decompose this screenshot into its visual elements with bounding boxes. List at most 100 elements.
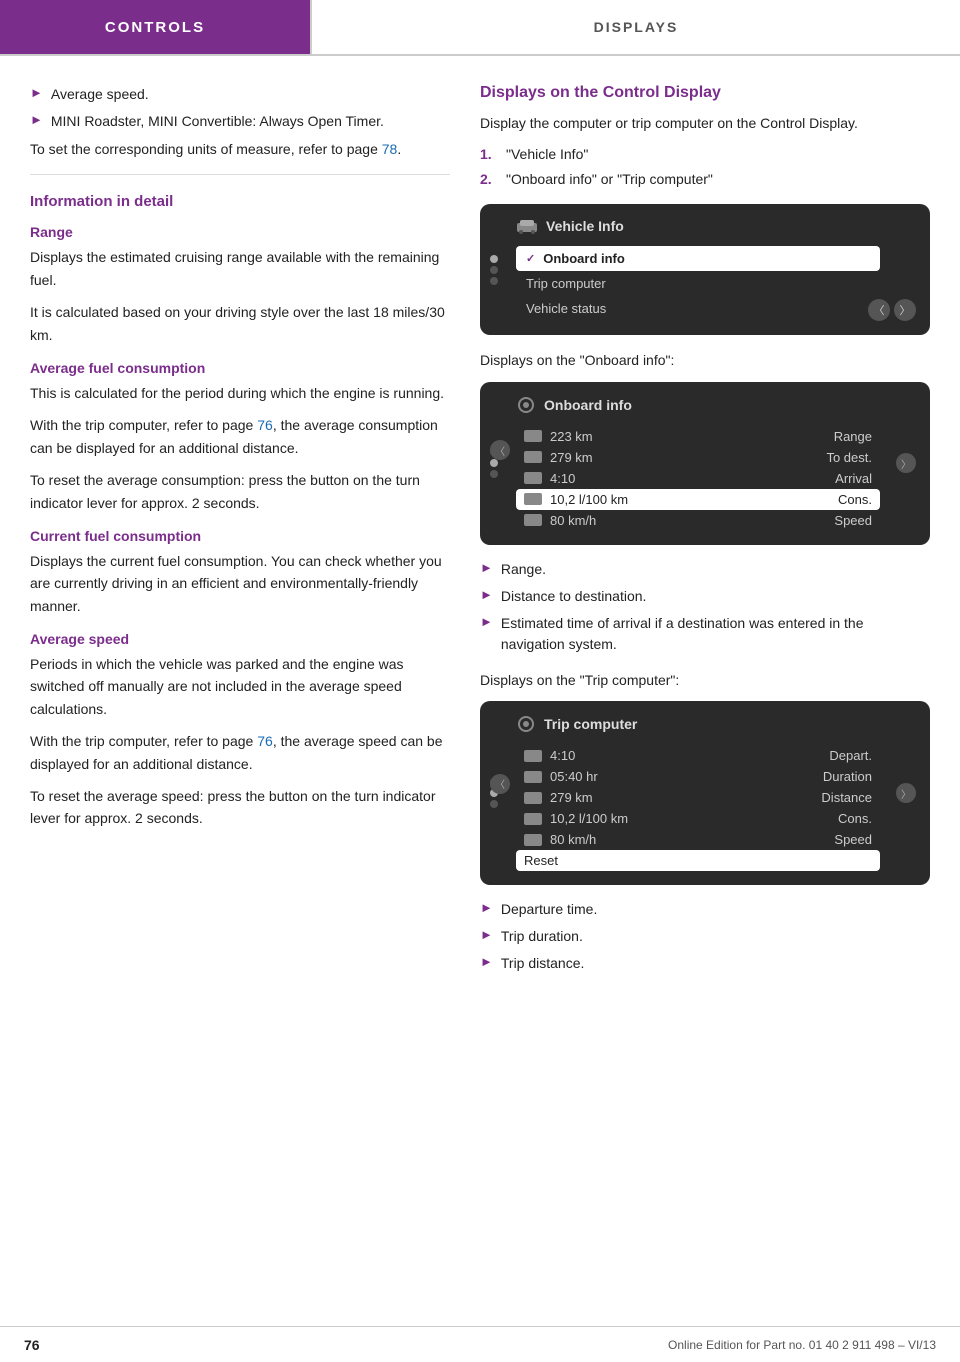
trip-bullet-3: ► Trip distance. — [480, 953, 930, 974]
speed-icon — [524, 514, 542, 526]
page-header: CONTROLS DISPLAYS — [0, 0, 960, 56]
avg-fuel-link[interactable]: 76 — [257, 417, 273, 433]
row-left: 80 km/h — [524, 513, 596, 528]
arrow-icon — [524, 451, 542, 463]
page-footer: 76 Online Edition for Part no. 01 40 2 9… — [0, 1326, 960, 1362]
range-title: Range — [30, 224, 450, 240]
nav-arrow-right: 〉 — [894, 299, 916, 321]
trip-row-reset: Reset — [516, 850, 880, 871]
trip-row-depart: 4:10 Depart. — [516, 745, 880, 766]
set-units-link[interactable]: 78 — [382, 141, 398, 157]
bullet-arrow-icon-2: ► — [30, 112, 43, 127]
trip-bullet-2-text: Trip duration. — [501, 926, 583, 947]
onboard-row-arrival: 4:10 Arrival — [516, 468, 880, 489]
distance-icon — [524, 792, 542, 804]
nav-arrow-left: 〈 — [868, 299, 890, 321]
onboard-row-range: 223 km Range — [516, 426, 880, 447]
speed-icon-3 — [524, 834, 542, 846]
screen3-title: Trip computer — [544, 716, 637, 732]
speed-label: Speed — [834, 513, 872, 528]
arrival-value: 4:10 — [550, 471, 575, 486]
trip-displays-label: Displays on the "Trip computer": — [480, 669, 930, 691]
trip-bullet-3-text: Trip distance. — [501, 953, 585, 974]
cons-value: 10,2 l/100 km — [550, 492, 628, 507]
controls-tab: CONTROLS — [0, 0, 310, 54]
bullet-item-avg-speed: ► Average speed. — [30, 84, 450, 105]
displays-tab: DISPLAYS — [310, 0, 960, 54]
right-arrow-btn: 〉 — [896, 453, 916, 473]
set-units-period: . — [397, 141, 401, 157]
screen1-title-bar: Vehicle Info — [516, 218, 880, 234]
trip-cons-label: Cons. — [838, 811, 872, 826]
trip-bullets: ► Departure time. ► Trip duration. ► Tri… — [480, 899, 930, 974]
clock-icon-3 — [524, 750, 542, 762]
scroll-dot — [490, 266, 498, 274]
range-para2: It is calculated based on your driving s… — [30, 301, 450, 346]
trip-cons-value: 10,2 l/100 km — [550, 811, 628, 826]
onboard-displays-label: Displays on the "Onboard info": — [480, 349, 930, 371]
bullet-arrow-icon: ► — [30, 85, 43, 100]
onboard-info-screen: Onboard info 〈 223 km Range — [480, 382, 930, 545]
scroll-dot-active — [490, 255, 498, 263]
trip-bullet-1-text: Departure time. — [501, 899, 597, 920]
scroll-dot — [490, 470, 498, 478]
onboard-bullet-3: ► Estimated time of arrival if a destina… — [480, 613, 930, 655]
displays-intro: Display the computer or trip computer on… — [480, 112, 930, 134]
avg-fuel-para1: This is calculated for the period during… — [30, 382, 450, 404]
trip-speed-label: Speed — [834, 832, 872, 847]
scroll-dot — [490, 800, 498, 808]
avg-speed-para2-pre: With the trip computer, refer to page — [30, 733, 257, 749]
reset-label: Reset — [524, 853, 558, 868]
screen1-item-onboard-label: Onboard info — [543, 251, 625, 266]
screen1-item-vehicle-status-label: Vehicle status — [526, 301, 606, 316]
onboard-bullet-3-text: Estimated time of arrival if a destinati… — [501, 613, 930, 655]
avg-speed-para2: With the trip computer, refer to page 76… — [30, 730, 450, 775]
row-left: 10,2 l/100 km — [524, 492, 628, 507]
num-1: 1. — [480, 144, 498, 165]
info-detail-title: Information in detail — [30, 193, 450, 210]
vehicle-info-screen: Vehicle Info ✓ Onboard info Trip compute… — [480, 204, 930, 335]
screen1-item-vehicle-status: Vehicle status — [516, 296, 880, 321]
check-icon: ✓ — [526, 252, 535, 265]
onboard-bullet-1-text: Range. — [501, 559, 546, 580]
range-para1: Displays the estimated cruising range av… — [30, 246, 450, 291]
range-label: Range — [834, 429, 872, 444]
displays-on-control-display-title: Displays on the Control Display — [480, 84, 930, 102]
clock-icon — [524, 472, 542, 484]
screen1-item-trip: Trip computer — [516, 271, 880, 296]
distance-value: 279 km — [550, 790, 593, 805]
row-left: 4:10 — [524, 748, 575, 763]
onboard-bullet-1: ► Range. — [480, 559, 930, 580]
screen2-title-bar: Onboard info — [516, 396, 880, 414]
arrival-label: Arrival — [835, 471, 872, 486]
screen1-title: Vehicle Info — [546, 218, 624, 234]
settings-icon — [516, 396, 536, 414]
row-left: 80 km/h — [524, 832, 596, 847]
screen1-item-trip-label: Trip computer — [526, 276, 606, 291]
displays-label: DISPLAYS — [594, 19, 679, 35]
row-left: 4:10 — [524, 471, 575, 486]
left-column: ► Average speed. ► MINI Roadster, MINI C… — [30, 84, 450, 988]
duration-label: Duration — [823, 769, 872, 784]
set-units-text: To set the corresponding units of measur… — [30, 141, 382, 157]
row-left: 279 km — [524, 450, 593, 465]
trip-bullet-1: ► Departure time. — [480, 899, 930, 920]
onboard-row-todest: 279 km To dest. — [516, 447, 880, 468]
screen1-nav-arrows: 〈 〉 — [868, 299, 916, 321]
row-left: 279 km — [524, 790, 593, 805]
bullet-arrow-icon-3: ► — [480, 560, 493, 575]
onboard-row-cons: 10,2 l/100 km Cons. — [516, 489, 880, 510]
avg-speed-title: Average speed — [30, 631, 450, 647]
bullet-item-mini: ► MINI Roadster, MINI Convertible: Alway… — [30, 111, 450, 132]
trip-row-cons: 10,2 l/100 km Cons. — [516, 808, 880, 829]
set-units-para: To set the corresponding units of measur… — [30, 138, 450, 160]
duration-value: 05:40 hr — [550, 769, 598, 784]
numbered-list: 1. "Vehicle Info" 2. "Onboard info" or "… — [480, 144, 930, 190]
onboard-bullet-2-text: Distance to destination. — [501, 586, 647, 607]
avg-fuel-title: Average fuel consumption — [30, 360, 450, 376]
avg-speed-link[interactable]: 76 — [257, 733, 273, 749]
left-arrow-btn: 〈 — [490, 440, 510, 460]
row-left: 05:40 hr — [524, 769, 598, 784]
row-left: 10,2 l/100 km — [524, 811, 628, 826]
numbered-item-1: 1. "Vehicle Info" — [480, 144, 930, 165]
